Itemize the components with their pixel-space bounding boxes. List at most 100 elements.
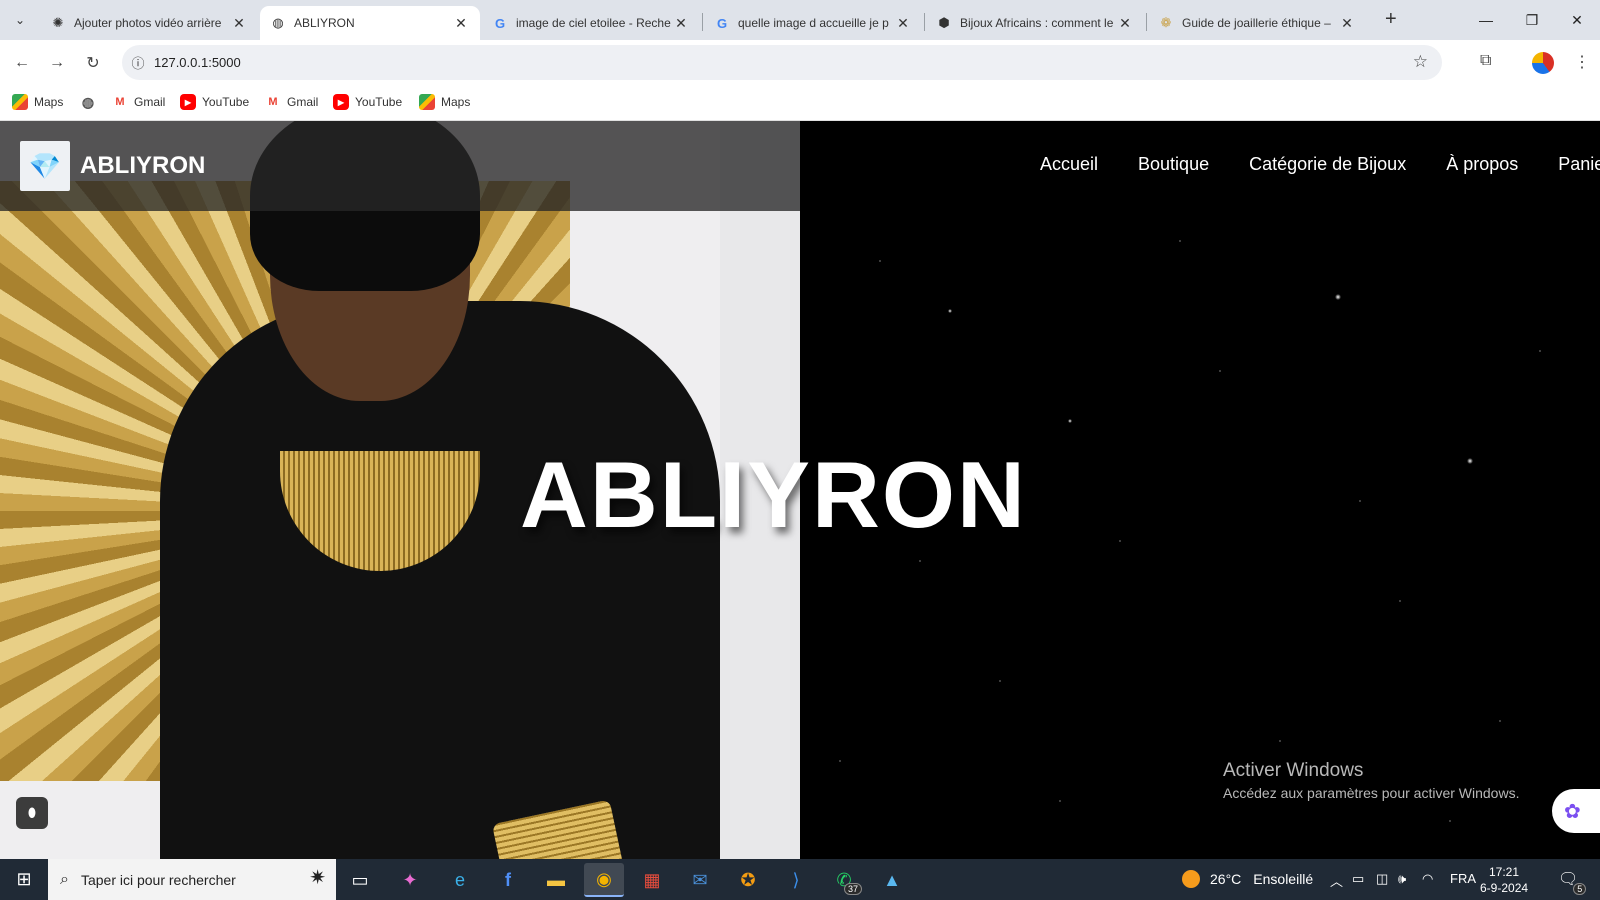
youtube-icon: ▶: [180, 94, 196, 110]
bookmark-globe[interactable]: ◍: [80, 94, 102, 110]
language-indicator[interactable]: FRA: [1450, 871, 1476, 886]
photos-icon[interactable]: ▲: [872, 863, 912, 897]
store-icon[interactable]: ▦: [632, 863, 672, 897]
nav-a-propos[interactable]: À propos: [1446, 154, 1518, 175]
vscode-icon[interactable]: ⟩: [776, 863, 816, 897]
model-dress: [160, 301, 720, 859]
whatsapp-badge: 37: [843, 883, 862, 895]
nav-boutique[interactable]: Boutique: [1138, 154, 1209, 175]
chrome-icon[interactable]: ◉: [584, 863, 624, 897]
tab-1[interactable]: ◍ ABLIYRON ✕: [260, 6, 480, 40]
medal-icon[interactable]: ✪: [728, 863, 768, 897]
edge-icon[interactable]: e: [440, 863, 480, 897]
africa-icon: ⬢: [938, 15, 950, 30]
tab-title: image de ciel etoilee - Reche: [516, 16, 671, 30]
tab-title: quelle image d accueille je p: [738, 16, 889, 30]
restore-icon[interactable]: ❐: [1509, 0, 1555, 40]
gmail-icon: M: [115, 96, 125, 108]
tab-title: Bijoux Africains : comment le: [960, 16, 1114, 30]
browser-menu-icon[interactable]: ⋮: [1574, 52, 1590, 72]
bookmark-maps[interactable]: Maps: [419, 94, 470, 110]
nav-panier[interactable]: Panier: [1558, 154, 1600, 175]
diamond-logo-icon[interactable]: 💎: [20, 141, 70, 191]
facebook-icon[interactable]: f: [488, 863, 528, 897]
bookmark-youtube[interactable]: ▶ YouTube: [333, 94, 402, 110]
tab-4[interactable]: ⬢ Bijoux Africains : comment le ✕: [926, 6, 1144, 40]
nav-categories[interactable]: Catégorie de Bijoux: [1249, 154, 1406, 175]
bookmark-youtube[interactable]: ▶ YouTube: [180, 94, 249, 110]
site-header: 💎 ABLIYRON Accueil Boutique Catégorie de…: [0, 121, 1600, 211]
forward-icon[interactable]: →: [44, 50, 70, 76]
taskbar-search[interactable]: ⌕ Taper ici pour rechercher ✷: [48, 859, 336, 900]
notification-count: 5: [1573, 883, 1587, 895]
bookmark-gmail[interactable]: M Gmail: [265, 94, 318, 110]
brand-name[interactable]: ABLIYRON: [80, 152, 205, 180]
back-icon[interactable]: ←: [9, 50, 35, 76]
close-window-icon[interactable]: ✕: [1554, 0, 1600, 40]
close-tab-icon[interactable]: ✕: [1116, 15, 1134, 32]
weather-widget[interactable]: 26°C Ensoleillé: [1182, 870, 1313, 888]
weather-temp: 26°C: [1210, 871, 1242, 887]
profile-avatar[interactable]: [1532, 52, 1554, 74]
copilot-icon[interactable]: ✦: [390, 863, 430, 897]
windows-activation-watermark: Activer Windows Accédez aux paramètres p…: [1223, 760, 1519, 801]
meet-icon[interactable]: ◫: [1376, 871, 1388, 887]
bookmark-star-icon[interactable]: ☆: [1413, 52, 1428, 72]
close-tab-icon[interactable]: ✕: [672, 15, 690, 32]
tab-strip: ⌄ ✺ Ajouter photos vidéo arrière ✕ ◍ ABL…: [0, 0, 1600, 40]
tab-separator: [924, 13, 925, 31]
close-tab-icon[interactable]: ✕: [1338, 15, 1356, 32]
nav-accueil[interactable]: Accueil: [1040, 154, 1098, 175]
whatsapp-icon[interactable]: ✆ 37: [824, 863, 864, 897]
minimize-icon[interactable]: —: [1463, 0, 1509, 40]
clock[interactable]: 17:21 6-9-2024: [1480, 864, 1528, 896]
weather-text: Ensoleillé: [1253, 871, 1314, 887]
tab-5[interactable]: ❁ Guide de joaillerie éthique – ✕: [1148, 6, 1366, 40]
close-tab-icon[interactable]: ✕: [230, 15, 248, 32]
file-explorer-icon[interactable]: ▬: [536, 863, 576, 897]
tab-title: ABLIYRON: [294, 16, 355, 30]
battery-icon[interactable]: ▭: [1352, 871, 1364, 887]
gmail-icon: M: [268, 96, 278, 108]
windows-start-icon[interactable]: ⊞: [0, 859, 48, 900]
bookmark-label: Gmail: [134, 95, 166, 109]
google-icon: G: [494, 15, 506, 31]
tab-search-chevron-icon[interactable]: ⌄: [8, 8, 32, 32]
task-view-icon[interactable]: ▭: [340, 863, 380, 897]
reload-icon[interactable]: ↻: [80, 50, 106, 76]
tray-chevron-icon[interactable]: ︿: [1330, 871, 1343, 890]
extensions-icon[interactable]: ⧉: [1480, 52, 1491, 70]
tab-0[interactable]: ✺ Ajouter photos vidéo arrière ✕: [40, 6, 258, 40]
site-info-icon[interactable]: ⓘ: [122, 53, 154, 72]
tab-title: Guide de joaillerie éthique –: [1182, 16, 1331, 30]
url-text[interactable]: 127.0.0.1:5000: [154, 55, 241, 70]
youtube-icon: ▶: [333, 94, 349, 110]
tab-3[interactable]: G quelle image d accueille je p ✕: [704, 6, 922, 40]
new-tab-icon[interactable]: +: [1385, 8, 1397, 31]
maps-icon: [419, 94, 435, 110]
bookmarks-bar: Maps ◍ M Gmail ▶ YouTube M Gmail ▶ YouTu…: [0, 85, 1600, 121]
close-tab-icon[interactable]: ✕: [452, 15, 470, 32]
main-nav: Accueil Boutique Catégorie de Bijoux À p…: [1040, 154, 1600, 175]
address-bar[interactable]: ⓘ 127.0.0.1:5000 ☆: [122, 45, 1442, 80]
search-icon: ⌕: [60, 870, 69, 888]
tab-2[interactable]: G image de ciel etoilee - Reche ✕: [482, 6, 700, 40]
bookmark-label: YouTube: [355, 95, 403, 109]
extension-float-icon[interactable]: ⬮: [16, 797, 48, 829]
volume-icon[interactable]: 🕪: [1398, 871, 1406, 887]
bookmark-gmail[interactable]: M Gmail: [112, 94, 165, 110]
sun-icon: [1182, 870, 1200, 888]
clock-time: 17:21: [1489, 865, 1520, 879]
mail-icon[interactable]: ✉: [680, 863, 720, 897]
wifi-icon[interactable]: ◠: [1422, 871, 1433, 887]
notification-icon[interactable]: 🗨 5: [1558, 869, 1587, 895]
maps-icon: [12, 94, 28, 110]
google-icon: G: [716, 15, 728, 31]
search-placeholder: Taper ici pour rechercher: [80, 871, 236, 888]
close-tab-icon[interactable]: ✕: [894, 15, 912, 32]
assistant-brain-icon[interactable]: ✿: [1552, 789, 1600, 833]
search-highlight-icon: ✷: [309, 867, 326, 889]
bookmark-maps[interactable]: Maps: [12, 94, 63, 110]
page-viewport: 💎 ABLIYRON Accueil Boutique Catégorie de…: [0, 121, 1600, 859]
clock-date: 6-9-2024: [1480, 881, 1529, 895]
